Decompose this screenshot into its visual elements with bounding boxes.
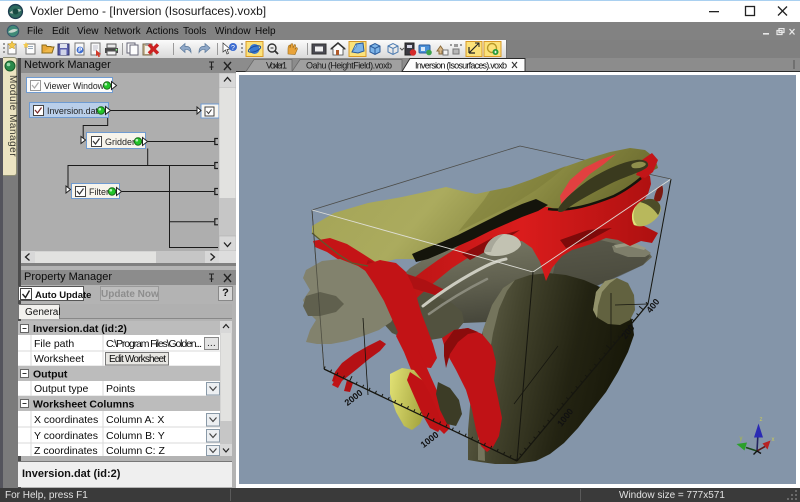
svg-text:C:\Program Files\Golden...: C:\Program Files\Golden... xyxy=(106,338,202,350)
svg-text:...: ... xyxy=(207,337,216,349)
svg-text:x: x xyxy=(772,437,775,443)
svg-text:z: z xyxy=(760,417,763,423)
svg-text:Filter: Filter xyxy=(89,187,110,198)
svg-text:Column C: Z: Column C: Z xyxy=(106,445,166,456)
svg-text:Gridder: Gridder xyxy=(105,137,136,148)
svg-text:Worksheet Columns: Worksheet Columns xyxy=(33,399,134,411)
svg-text:?: ? xyxy=(231,45,235,52)
svg-text:X coordinates: X coordinates xyxy=(34,414,98,426)
svg-text:Inversion.dat (id:2): Inversion.dat (id:2) xyxy=(33,323,127,335)
svg-text:Worksheet: Worksheet xyxy=(34,353,84,365)
svg-text:Column B: Y: Column B: Y xyxy=(106,430,165,442)
svg-text:File path: File path xyxy=(34,338,74,350)
svg-text:Points: Points xyxy=(106,383,135,395)
svg-text:Voxler1: Voxler1 xyxy=(266,61,287,71)
svg-text:Edit Worksheet: Edit Worksheet xyxy=(109,354,166,365)
svg-text:Inversion (Isosurfaces).voxb: Inversion (Isosurfaces).voxb xyxy=(415,61,507,71)
svg-text:Output: Output xyxy=(33,369,68,381)
svg-text:Oahu (HeightField).voxb: Oahu (HeightField).voxb xyxy=(306,61,392,71)
svg-text:Column A: X: Column A: X xyxy=(106,414,164,426)
svg-text:Y coordinates: Y coordinates xyxy=(34,430,98,442)
svg-text:Z coordinates: Z coordinates xyxy=(34,445,98,456)
svg-text:Inversion.dat: Inversion.dat xyxy=(47,106,98,117)
svg-text:y: y xyxy=(740,436,743,442)
svg-text:Output type: Output type xyxy=(34,383,88,395)
svg-text:Viewer Window: Viewer Window xyxy=(44,81,104,92)
